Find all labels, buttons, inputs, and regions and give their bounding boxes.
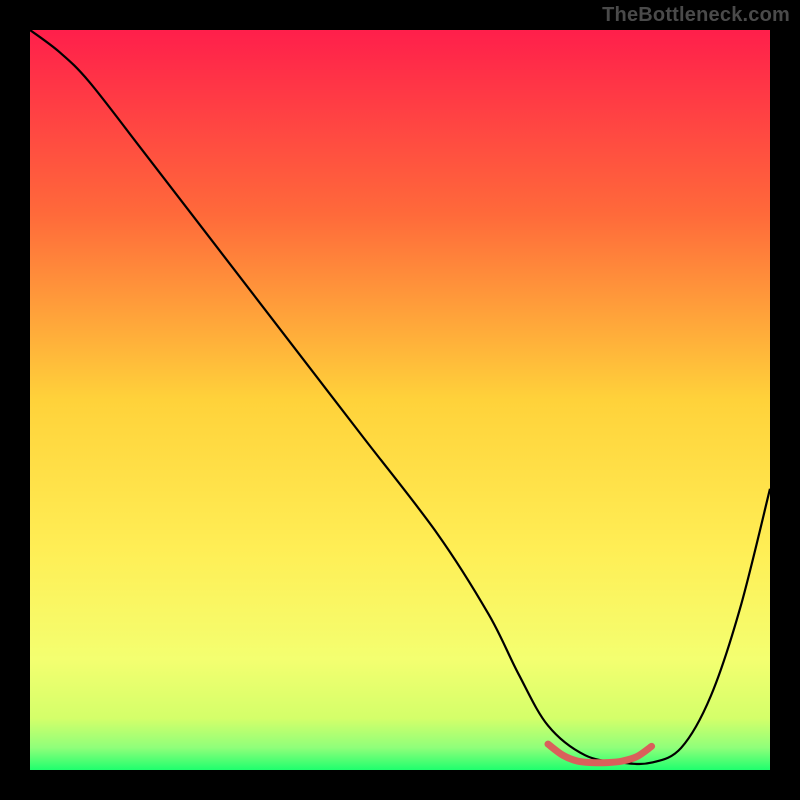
gradient-background bbox=[30, 30, 770, 770]
plot-area bbox=[30, 30, 770, 770]
chart-svg bbox=[30, 30, 770, 770]
watermark-text: TheBottleneck.com bbox=[602, 4, 790, 27]
chart-container: TheBottleneck.com bbox=[0, 0, 800, 800]
